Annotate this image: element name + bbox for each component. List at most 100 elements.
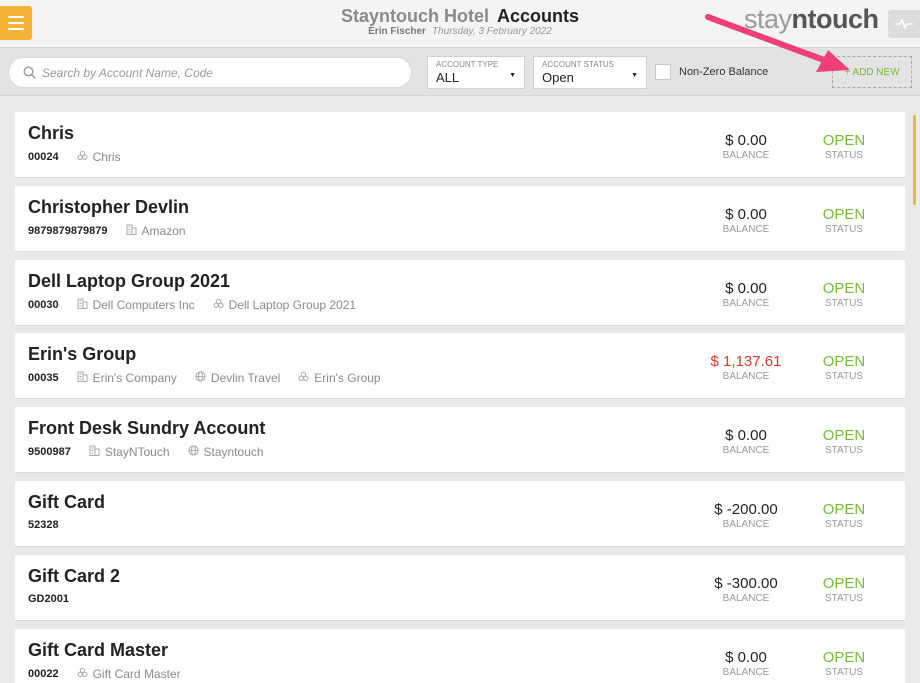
account-tag: Erin's Company xyxy=(77,371,177,385)
balance-amount: $ 0.00 xyxy=(725,279,767,297)
building-icon xyxy=(126,224,142,238)
account-tag: Devlin Travel xyxy=(195,371,280,385)
account-type-select[interactable]: ACCOUNT TYPE ALL ▼ xyxy=(427,56,525,89)
account-meta: 00022 Gift Card Master xyxy=(28,667,181,681)
account-status: OPEN STATUS xyxy=(803,501,885,530)
status-value: OPEN xyxy=(822,574,866,592)
status-caption: STATUS xyxy=(825,297,863,309)
account-balance: $ 1,137.61 BALANCE xyxy=(697,353,795,382)
non-zero-balance-checkbox[interactable] xyxy=(655,64,671,80)
account-code: 00024 xyxy=(28,151,59,163)
account-code: GD2001 xyxy=(28,592,69,605)
account-tag: Stayntouch xyxy=(187,445,264,460)
account-balance: $ 0.00 BALANCE xyxy=(697,206,795,235)
balance-amount: $ 0.00 xyxy=(725,427,767,445)
account-meta: 9500987 StayNTouch Stayntouch xyxy=(28,445,264,459)
account-meta: GD2001 xyxy=(28,593,69,605)
building-icon xyxy=(89,445,105,459)
account-tag: Erin's Group xyxy=(298,371,381,386)
balance-amount: $ -200.00 xyxy=(714,501,778,518)
account-balance: $ 0.00 BALANCE xyxy=(697,649,795,678)
account-tag-text: Chris xyxy=(92,150,121,164)
account-meta: 00030 Dell Computers Inc Dell Laptop Group… xyxy=(28,298,356,312)
account-tag: Amazon xyxy=(126,224,186,238)
status-caption: STATUS xyxy=(825,666,863,678)
account-name: Front Desk Sundry Account xyxy=(28,418,266,439)
balance-caption: BALANCE xyxy=(722,592,770,604)
account-row[interactable]: Gift Card Master 00022 Gift Card Master $… xyxy=(15,628,905,683)
status-caption: STATUS xyxy=(825,445,863,457)
status-value: OPEN xyxy=(822,648,866,666)
account-status: OPEN STATUS xyxy=(803,280,885,309)
account-row[interactable]: Chris 00024 Chris $ 0.00 BALANCE OPEN STA… xyxy=(15,112,905,178)
search-icon xyxy=(23,66,36,79)
account-code: 00030 xyxy=(28,298,59,311)
balance-caption: BALANCE xyxy=(722,223,770,235)
account-tag-text: Amazon xyxy=(141,223,186,238)
account-row[interactable]: Christopher Devlin 9879879879879 Amazon $… xyxy=(15,185,905,252)
account-balance: $ -300.00 BALANCE xyxy=(697,575,795,604)
account-status-label: ACCOUNT STATUS xyxy=(542,60,615,69)
balance-amount: $ 0.00 xyxy=(725,648,767,666)
account-tag: StayNTouch xyxy=(89,445,170,459)
account-tag: Gift Card Master xyxy=(77,667,181,681)
building-icon xyxy=(77,371,93,385)
account-row[interactable]: Erin's Group 00035 Erin's Company Devlin T… xyxy=(15,333,905,400)
account-tag-text: Erin's Group xyxy=(314,371,381,386)
search-input[interactable] xyxy=(42,65,382,80)
hotel-name: Stayntouch Hotel xyxy=(340,6,489,26)
balance-amount: $ 0.00 xyxy=(725,132,767,149)
account-tag-text: StayNTouch xyxy=(104,445,170,460)
account-balance: $ -200.00 BALANCE xyxy=(697,501,795,530)
status-value: OPEN xyxy=(822,501,866,518)
account-tag-text: Stayntouch xyxy=(203,445,264,460)
account-meta: 52328 xyxy=(28,519,59,531)
account-status: OPEN STATUS xyxy=(803,353,885,382)
account-code: 52328 xyxy=(28,519,59,531)
account-name: Gift Card xyxy=(28,492,106,512)
account-code: 9879879879879 xyxy=(28,224,108,237)
account-tag: Dell Computers Inc xyxy=(77,298,195,312)
filter-bar: ACCOUNT TYPE ALL ▼ ACCOUNT STATUS Open ▼ xyxy=(0,48,920,96)
balance-caption: BALANCE xyxy=(722,150,770,161)
account-row[interactable]: Front Desk Sundry Account 9500987 StayNTo… xyxy=(15,407,905,474)
account-tag: Chris xyxy=(77,150,121,164)
globe-icon xyxy=(195,371,211,385)
group-icon xyxy=(77,150,93,164)
status-caption: STATUS xyxy=(825,371,863,383)
scrollbar[interactable] xyxy=(913,115,916,205)
account-row[interactable]: Dell Laptop Group 2021 00030 Dell Compute… xyxy=(15,259,905,326)
account-tag-text: Dell Laptop Group 2021 xyxy=(228,297,357,312)
account-row[interactable]: Gift Card 52328 $ -200.00 BALANCE OPEN S… xyxy=(15,481,905,547)
activity-button[interactable] xyxy=(888,10,920,38)
account-status-select[interactable]: ACCOUNT STATUS Open ▼ xyxy=(533,56,647,89)
search-box[interactable] xyxy=(8,57,412,88)
group-icon xyxy=(213,298,229,312)
balance-amount: $ -300.00 xyxy=(714,574,778,592)
balance-caption: BALANCE xyxy=(722,445,770,457)
account-tag-text: Dell Computers Inc xyxy=(92,297,195,312)
group-icon xyxy=(77,667,93,681)
balance-caption: BALANCE xyxy=(722,519,770,530)
globe-icon xyxy=(187,445,204,459)
app-header: Stayntouch Hotel Accounts Erin Fischer Thu… xyxy=(0,0,920,48)
business-date: Thursday, 3 February 2022 xyxy=(431,26,552,37)
account-tag-text: Devlin Travel xyxy=(210,371,281,386)
balance-amount: $ 1,137.61 xyxy=(710,353,782,371)
account-meta: 9879879879879 Amazon xyxy=(28,224,186,238)
account-status: OPEN STATUS xyxy=(803,649,885,678)
add-new-button[interactable]: + ADD NEW xyxy=(832,56,912,88)
account-code: 00022 xyxy=(28,667,59,680)
status-value: OPEN xyxy=(822,353,866,371)
user-name: Erin Fischer xyxy=(368,26,426,37)
account-name: Gift Card Master xyxy=(28,639,169,660)
balance-amount: $ 0.00 xyxy=(725,205,767,223)
status-value: OPEN xyxy=(822,132,866,149)
account-tag: Dell Laptop Group 2021 xyxy=(213,298,356,312)
account-type-value: ALL xyxy=(436,70,460,85)
account-meta: 00035 Erin's Company Devlin Travel Erin's G… xyxy=(28,371,381,385)
account-row[interactable]: Gift Card 2 GD2001 $ -300.00 BALANCE OPE… xyxy=(15,554,905,621)
status-caption: STATUS xyxy=(825,150,863,161)
account-balance: $ 0.00 BALANCE xyxy=(697,280,795,309)
account-tag-text: Erin's Company xyxy=(92,371,177,386)
